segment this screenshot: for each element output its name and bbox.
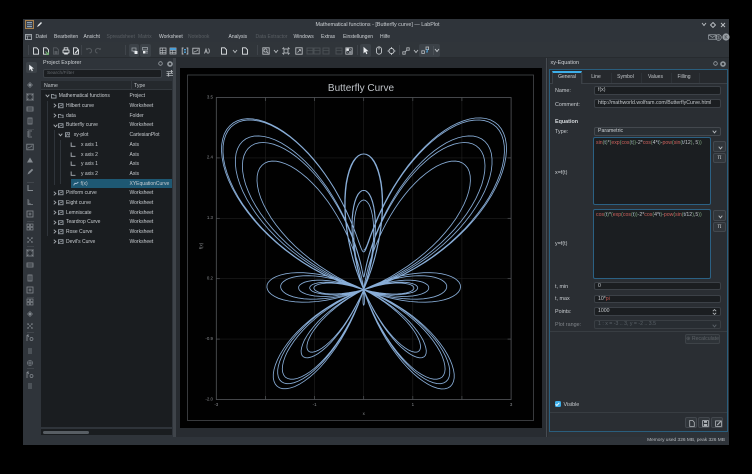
svg-text:-2.0: -2.0 xyxy=(205,396,213,401)
svg-text:2.4: 2.4 xyxy=(207,154,214,159)
svg-text:0.2: 0.2 xyxy=(207,275,214,280)
svg-text:$: $ xyxy=(717,35,720,40)
svg-text:3.5: 3.5 xyxy=(207,94,214,99)
svg-text:-3: -3 xyxy=(214,401,218,406)
svg-text:-1: -1 xyxy=(313,401,317,406)
svg-text:f(x): f(x) xyxy=(199,242,204,249)
svg-text:-0.9: -0.9 xyxy=(205,335,213,340)
svg-text:Butterfly Curve: Butterfly Curve xyxy=(328,83,395,94)
svg-text:1.3: 1.3 xyxy=(207,215,214,220)
